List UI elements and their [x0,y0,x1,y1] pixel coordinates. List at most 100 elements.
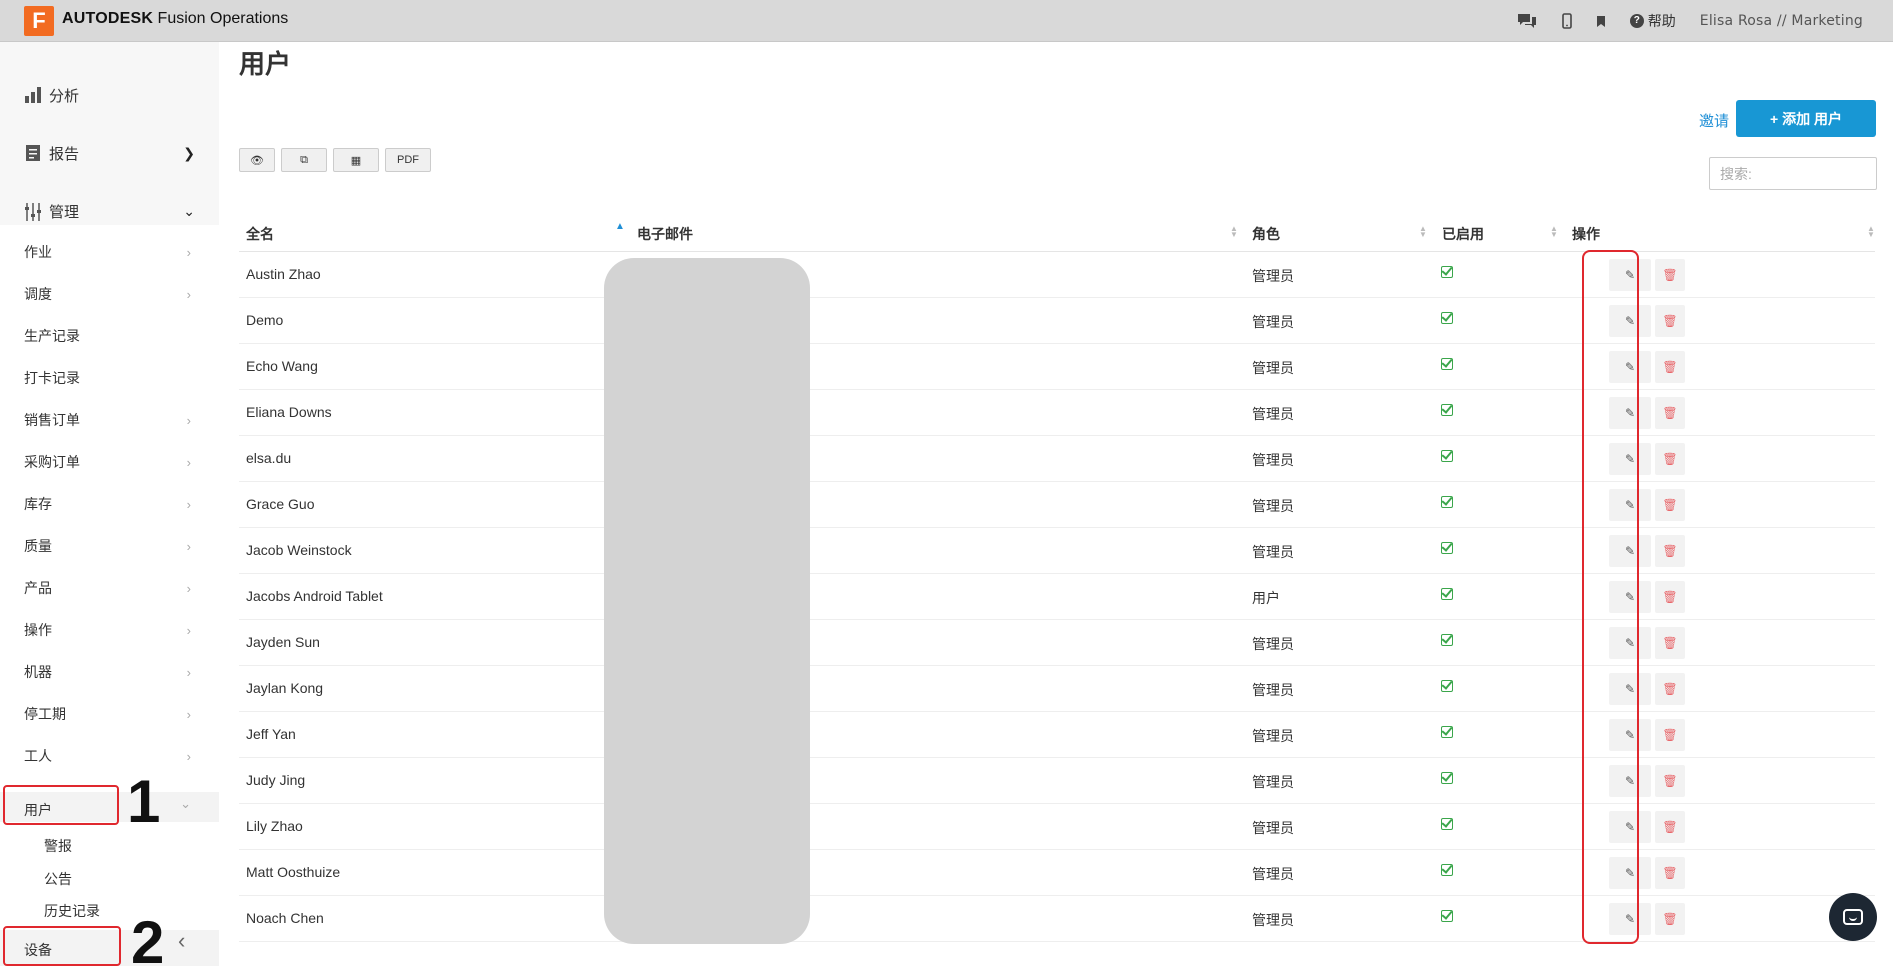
sort-icon[interactable]: ▲ ▼ [1867,225,1875,239]
sidebar-label: 销售订单 [24,412,80,428]
enabled-check-icon [1441,450,1453,462]
table-icon: ▦ [350,154,362,167]
search-input[interactable] [1709,157,1877,190]
bar-chart-icon [24,86,42,108]
excel-button[interactable]: ▦ [333,148,379,172]
copy-button[interactable]: ⧉ [281,148,327,172]
user-full-name[interactable]: Lily Zhao [246,818,303,834]
user-full-name[interactable]: elsa.du [246,450,291,466]
user-full-name[interactable]: Matt Oosthuize [246,864,340,880]
pdf-button[interactable]: PDF [385,148,431,172]
sidebar-item-manage[interactable]: 管理 ⌄ [0,183,219,239]
trash-icon: 🗑 [1662,682,1678,696]
enabled-check-icon [1441,266,1453,278]
delete-button[interactable]: 🗑 [1655,719,1685,751]
trash-icon: 🗑 [1662,314,1678,328]
enabled-check-icon [1441,358,1453,370]
page-title: 用户 [239,49,292,79]
sort-icon[interactable]: ▲ ▼ [1230,225,1238,239]
delete-button[interactable]: 🗑 [1655,259,1685,291]
trash-icon: 🗑 [1662,590,1678,604]
sidebar-item-reports[interactable]: 报告 ❯ [0,125,219,181]
delete-button[interactable]: 🗑 [1655,397,1685,429]
user-full-name[interactable]: Austin Zhao [246,266,321,282]
user-full-name[interactable]: Grace Guo [246,496,314,512]
delete-button[interactable]: 🗑 [1655,443,1685,475]
delete-button[interactable]: 🗑 [1655,305,1685,337]
help-icon: ? [1629,14,1644,28]
sidebar-label: 产品 [24,580,52,596]
user-role: 管理员 [1252,544,1294,560]
delete-button[interactable]: 🗑 [1655,535,1685,567]
sidebar-label: 操作 [24,622,52,638]
user-full-name[interactable]: Jaylan Kong [246,680,323,696]
sidebar-label-reports: 报告 [49,145,80,163]
plus-icon: + [1769,110,1779,127]
delete-button[interactable]: 🗑 [1655,489,1685,521]
add-user-button[interactable]: + 添加 用户 [1736,100,1876,137]
sort-asc-icon[interactable]: ▲ [615,222,625,232]
help-link[interactable]: ? 帮助 [1629,11,1676,31]
delete-button[interactable]: 🗑 [1655,627,1685,659]
column-header-full-name[interactable]: 全名 [246,224,274,244]
mobile-icon[interactable] [1561,13,1572,29]
enabled-check-icon [1441,496,1453,508]
user-full-name[interactable]: Judy Jing [246,772,305,788]
column-header-role[interactable]: 角色 [1252,224,1280,244]
user-full-name[interactable]: Demo [246,312,283,328]
fusion-logo[interactable]: F [24,6,54,36]
enabled-check-icon [1441,404,1453,416]
delete-button[interactable]: 🗑 [1655,351,1685,383]
sidebar-label: 停工期 [24,706,66,722]
enabled-check-icon [1441,910,1453,922]
user-full-name[interactable]: Echo Wang [246,358,318,374]
user-menu[interactable]: Elisa Rosa // Marketing [1700,13,1863,29]
delete-button[interactable]: 🗑 [1655,857,1685,889]
column-header-actions[interactable]: 操作 [1572,224,1600,244]
chevron-right-icon: › [186,286,191,302]
sidebar-label: 生产记录 [24,328,80,344]
enabled-check-icon [1441,680,1453,692]
highlight-actions-box [1582,250,1639,944]
user-role: 管理员 [1252,268,1294,284]
sidebar-subitem-history[interactable]: 历史记录 [44,901,100,921]
sort-icon[interactable]: ▲ ▼ [1419,225,1427,239]
user-role: 管理员 [1252,498,1294,514]
sidebar-subitem-announcements[interactable]: 公告 [44,869,72,889]
trash-icon: 🗑 [1662,774,1678,788]
sort-icon[interactable]: ▲ ▼ [1550,225,1558,239]
user-full-name[interactable]: Noach Chen [246,910,324,926]
highlight-devices-box [3,926,121,966]
sidebar-item-analysis[interactable]: 分析 [0,67,219,123]
sidebar-subitem-alerts[interactable]: 警报 [44,836,72,856]
user-role: 管理员 [1252,912,1294,928]
user-full-name[interactable]: Jayden Sun [246,634,320,650]
delete-button[interactable]: 🗑 [1655,581,1685,613]
enabled-check-icon [1441,634,1453,646]
invite-link[interactable]: 邀请 [1699,110,1729,131]
delete-button[interactable]: 🗑 [1655,765,1685,797]
delete-button[interactable]: 🗑 [1655,673,1685,705]
user-role: 管理员 [1252,314,1294,330]
user-full-name[interactable]: Jeff Yan [246,726,296,742]
support-chat-button[interactable] [1829,893,1877,941]
column-header-enabled[interactable]: 已启用 [1442,224,1484,244]
brand-bold: AUTODESK [62,10,154,27]
enabled-check-icon [1441,588,1453,600]
bookmark-icon[interactable] [1596,15,1606,28]
enabled-check-icon [1441,772,1453,784]
column-header-email[interactable]: 电子邮件 [637,224,693,244]
user-full-name[interactable]: Eliana Downs [246,404,332,420]
main-content: 用户 邀请 + 添加 用户 👁 ⧉ ▦ PDF 全名 ▲ 电子邮件 ▲▼ 角色 … [219,42,1893,973]
delete-button[interactable]: 🗑 [1655,811,1685,843]
delete-button[interactable]: 🗑 [1655,903,1685,935]
user-role: 管理员 [1252,406,1294,422]
highlight-users-box [3,785,119,825]
chat-icon[interactable] [1516,12,1538,30]
user-full-name[interactable]: Jacobs Android Tablet [246,588,383,604]
user-full-name[interactable]: Jacob Weinstock [246,542,352,558]
column-visibility-button[interactable]: 👁 [239,148,275,172]
collapse-sidebar-icon[interactable]: ‹ [178,928,185,954]
user-role: 管理员 [1252,728,1294,744]
sidebar-label: 机器 [24,664,52,680]
